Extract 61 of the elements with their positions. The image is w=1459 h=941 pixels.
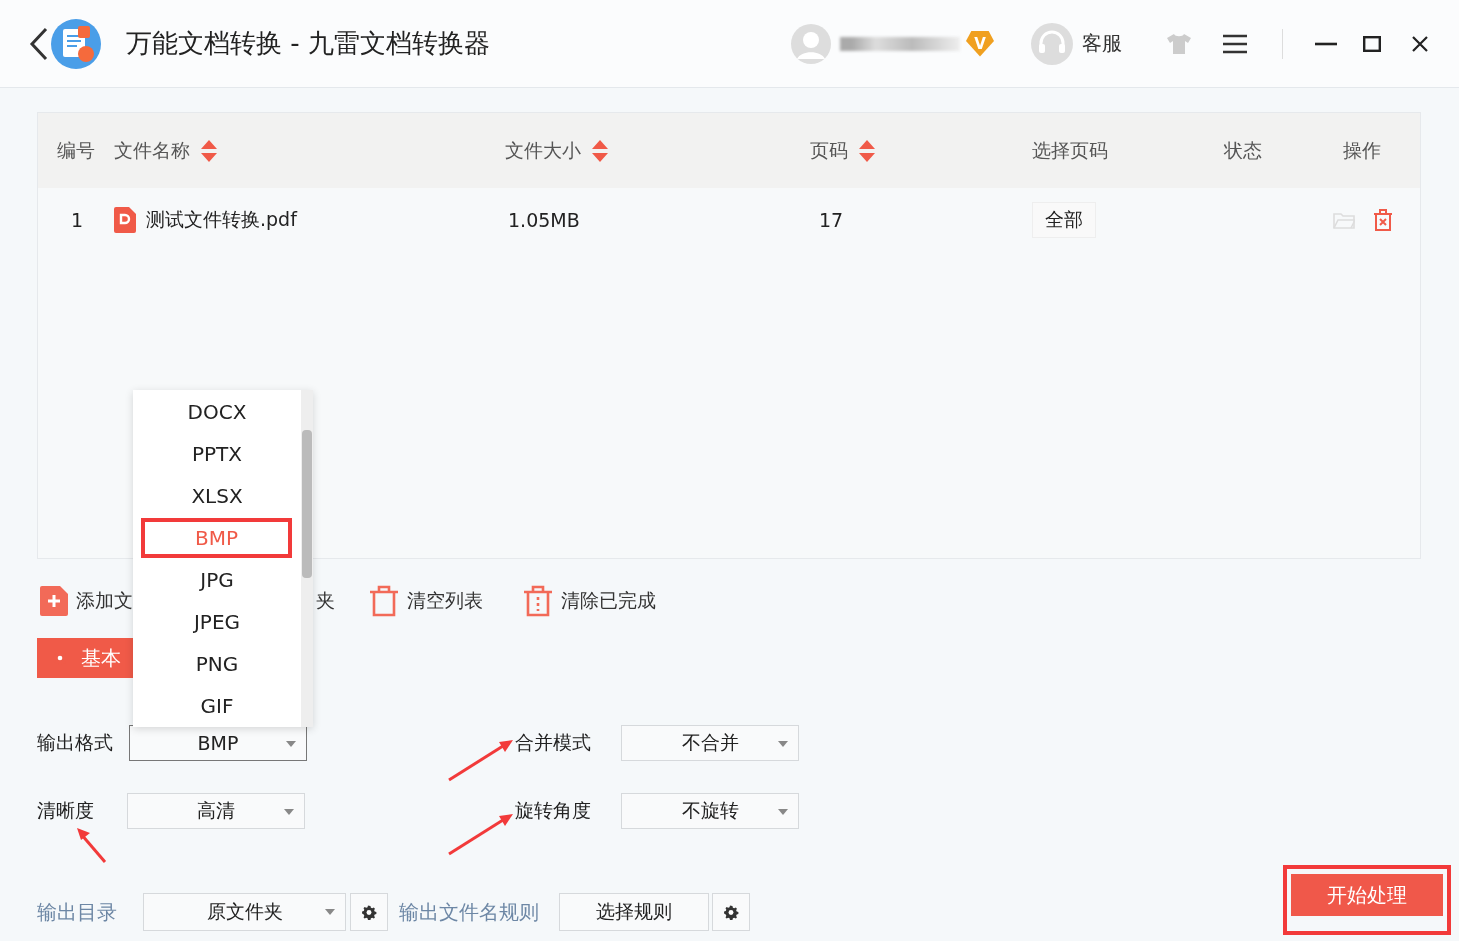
settings-button[interactable]	[712, 893, 750, 931]
trash-icon	[523, 585, 553, 617]
pdf-file-icon	[114, 207, 136, 233]
table-cell: 17	[819, 209, 844, 231]
caret-icon	[325, 909, 335, 915]
menu-item[interactable]: GIF	[133, 685, 301, 727]
shirt-icon[interactable]	[1166, 32, 1192, 55]
field-label: 合并模式	[515, 731, 591, 753]
toolbar-button[interactable]: 清空列表	[369, 585, 483, 617]
maximize-icon[interactable]	[1363, 35, 1381, 52]
minimize-icon[interactable]	[1315, 41, 1337, 46]
column-header: 操作	[1343, 137, 1381, 163]
toolbar-button-text[interactable]: 夹	[316, 588, 335, 614]
toolbar-button[interactable]: 清除已完成	[523, 585, 656, 617]
settings-button[interactable]	[350, 893, 388, 931]
select-field[interactable]: 不旋转	[621, 793, 799, 829]
select-field[interactable]: 原文件夹	[143, 893, 346, 931]
close-icon[interactable]	[1411, 34, 1429, 53]
column-header[interactable]: 文件名称	[114, 137, 190, 164]
column-header: 编号	[57, 137, 95, 163]
select-field[interactable]: 不合并	[621, 725, 799, 761]
delete-icon[interactable]	[1373, 209, 1393, 231]
menu-item[interactable]: JPEG	[133, 601, 301, 643]
field-label: 清晰度	[37, 799, 94, 821]
rule-select-button[interactable]: 选择规则	[559, 893, 709, 931]
table-cell: 1.05MB	[508, 209, 580, 231]
menu-icon[interactable]	[1222, 33, 1248, 54]
menu-item[interactable]: DOCX	[133, 391, 301, 433]
menu-item[interactable]: JPG	[133, 559, 301, 601]
window-title: 万能文档转换 - 九雷文档转换器	[126, 27, 490, 60]
add-file-icon	[40, 586, 68, 616]
column-header[interactable]: 页码	[810, 137, 848, 164]
table-cell: 1	[71, 209, 84, 231]
menu-item[interactable]: PNG	[133, 643, 301, 685]
sort-icon[interactable]	[591, 138, 609, 163]
column-header[interactable]: 文件大小	[505, 137, 581, 164]
caret-icon	[286, 741, 296, 747]
toolbar-button[interactable]: 添加文	[40, 586, 133, 616]
caret-icon	[284, 809, 294, 815]
field-label: 输出文件名规则	[399, 898, 539, 926]
select-field[interactable]: BMP	[129, 725, 307, 761]
field-label: 输出格式	[37, 731, 113, 753]
select-field[interactable]: 高清	[127, 793, 305, 829]
trash-icon	[369, 585, 399, 617]
caret-icon	[778, 809, 788, 815]
file-name: 测试文件转换.pdf	[146, 207, 297, 232]
caret-icon	[778, 741, 788, 747]
support-link[interactable]: 客服	[1082, 30, 1122, 57]
sort-icon[interactable]	[200, 138, 218, 163]
menu-item[interactable]: XLSX	[133, 475, 301, 517]
sort-icon[interactable]	[858, 138, 876, 163]
scrollbar[interactable]	[301, 390, 313, 727]
scrollbar-thumb[interactable]	[302, 430, 312, 578]
column-header: 选择页码	[1032, 137, 1108, 163]
column-header: 状态	[1224, 137, 1262, 163]
app-logo-icon	[50, 17, 102, 70]
menu-item[interactable]: PPTX	[133, 433, 301, 475]
field-label: 旋转角度	[515, 799, 591, 821]
back-icon[interactable]	[28, 25, 50, 62]
field-label: 输出目录	[37, 898, 117, 926]
page-select-button[interactable]: 全部	[1032, 202, 1096, 238]
